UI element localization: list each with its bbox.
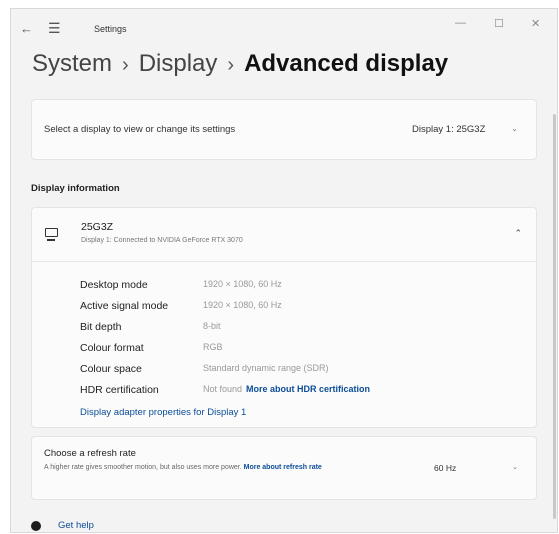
info-value: 1920 × 1080, 60 Hz (203, 300, 282, 310)
display-adapter-properties-link[interactable]: Display adapter properties for Display 1 (80, 407, 246, 418)
scrollbar[interactable] (553, 114, 556, 519)
refresh-rate-title: Choose a refresh rate (44, 448, 136, 459)
info-value: Not found More about HDR certification (203, 384, 370, 394)
refresh-rate-dropdown[interactable]: 60 Hz ⌄ (422, 455, 526, 481)
get-help-label: Get help (58, 520, 94, 531)
info-row-bit-depth: Bit depth 8-bit (80, 321, 520, 337)
info-row-desktop-mode: Desktop mode 1920 × 1080, 60 Hz (80, 279, 520, 295)
divider (32, 261, 536, 262)
hamburger-menu-icon[interactable]: ☰ (48, 20, 61, 37)
display-select-label: Select a display to view or change its s… (44, 124, 236, 135)
info-label: Colour space (80, 363, 142, 375)
breadcrumb-separator-icon: › (122, 54, 129, 76)
display-select-card: Select a display to view or change its s… (31, 99, 537, 160)
help-icon (31, 521, 41, 531)
monitor-icon (45, 228, 58, 241)
display-information-heading: Display information (31, 183, 120, 194)
refresh-rate-description: A higher rate gives smoother motion, but… (44, 463, 374, 473)
display-information-card: 25G3Z Display 1: Connected to NVIDIA GeF… (31, 207, 537, 428)
chevron-down-icon: ⌄ (512, 464, 518, 471)
hdr-status: Not found (203, 384, 243, 394)
refresh-rate-card: Choose a refresh rate A higher rate give… (31, 436, 537, 500)
chevron-up-icon[interactable]: ⌃ (514, 228, 522, 239)
refresh-rate-value: 60 Hz (434, 463, 457, 473)
window-title: Settings (94, 24, 127, 34)
back-arrow-icon[interactable]: ← (20, 21, 33, 36)
minimize-button[interactable]: — (455, 17, 466, 29)
breadcrumb-separator-icon: › (227, 54, 235, 76)
hdr-more-link[interactable]: More about HDR certification (246, 384, 370, 394)
info-label: Bit depth (80, 321, 122, 333)
title-bar: ← ☰ Settings — ☐ ✕ (11, 9, 557, 47)
refresh-rate-more-link[interactable]: More about refresh rate (244, 464, 322, 471)
refresh-rate-description-text: A higher rate gives smoother motion, but… (44, 464, 242, 471)
close-button[interactable]: ✕ (531, 17, 540, 30)
maximize-button[interactable]: ☐ (494, 17, 504, 30)
settings-window: ← ☰ Settings — ☐ ✕ System › Display › Advanc… (10, 8, 558, 533)
info-value: 8-bit (203, 321, 221, 331)
monitor-expander[interactable]: 25G3Z Display 1: Connected to NVIDIA GeF… (32, 208, 536, 260)
breadcrumb: System › Display › Advanced display (32, 50, 448, 78)
page-title: Advanced display (244, 50, 449, 77)
info-row-colour-format: Colour format RGB (80, 342, 520, 358)
display-dropdown-value: Display 1: 25G3Z (412, 124, 486, 135)
breadcrumb-system[interactable]: System (32, 50, 112, 77)
info-row-colour-space: Colour space Standard dynamic range (SDR… (80, 363, 520, 379)
chevron-down-icon: ⌄ (511, 124, 518, 133)
info-label: Desktop mode (80, 279, 148, 291)
info-label: HDR certification (80, 384, 159, 396)
info-label: Active signal mode (80, 300, 169, 312)
info-value: 1920 × 1080, 60 Hz (203, 279, 282, 289)
info-row-active-signal-mode: Active signal mode 1920 × 1080, 60 Hz (80, 300, 520, 316)
breadcrumb-display[interactable]: Display (139, 50, 218, 77)
display-dropdown[interactable]: Display 1: 25G3Z ⌄ (404, 117, 526, 143)
info-value: Standard dynamic range (SDR) (203, 363, 329, 373)
info-row-hdr-certification: HDR certification Not found More about HD… (80, 384, 520, 400)
info-value: RGB (203, 342, 223, 352)
info-label: Colour format (80, 342, 144, 354)
monitor-connection: Display 1: Connected to NVIDIA GeForce R… (81, 237, 243, 244)
monitor-name: 25G3Z (81, 221, 114, 233)
